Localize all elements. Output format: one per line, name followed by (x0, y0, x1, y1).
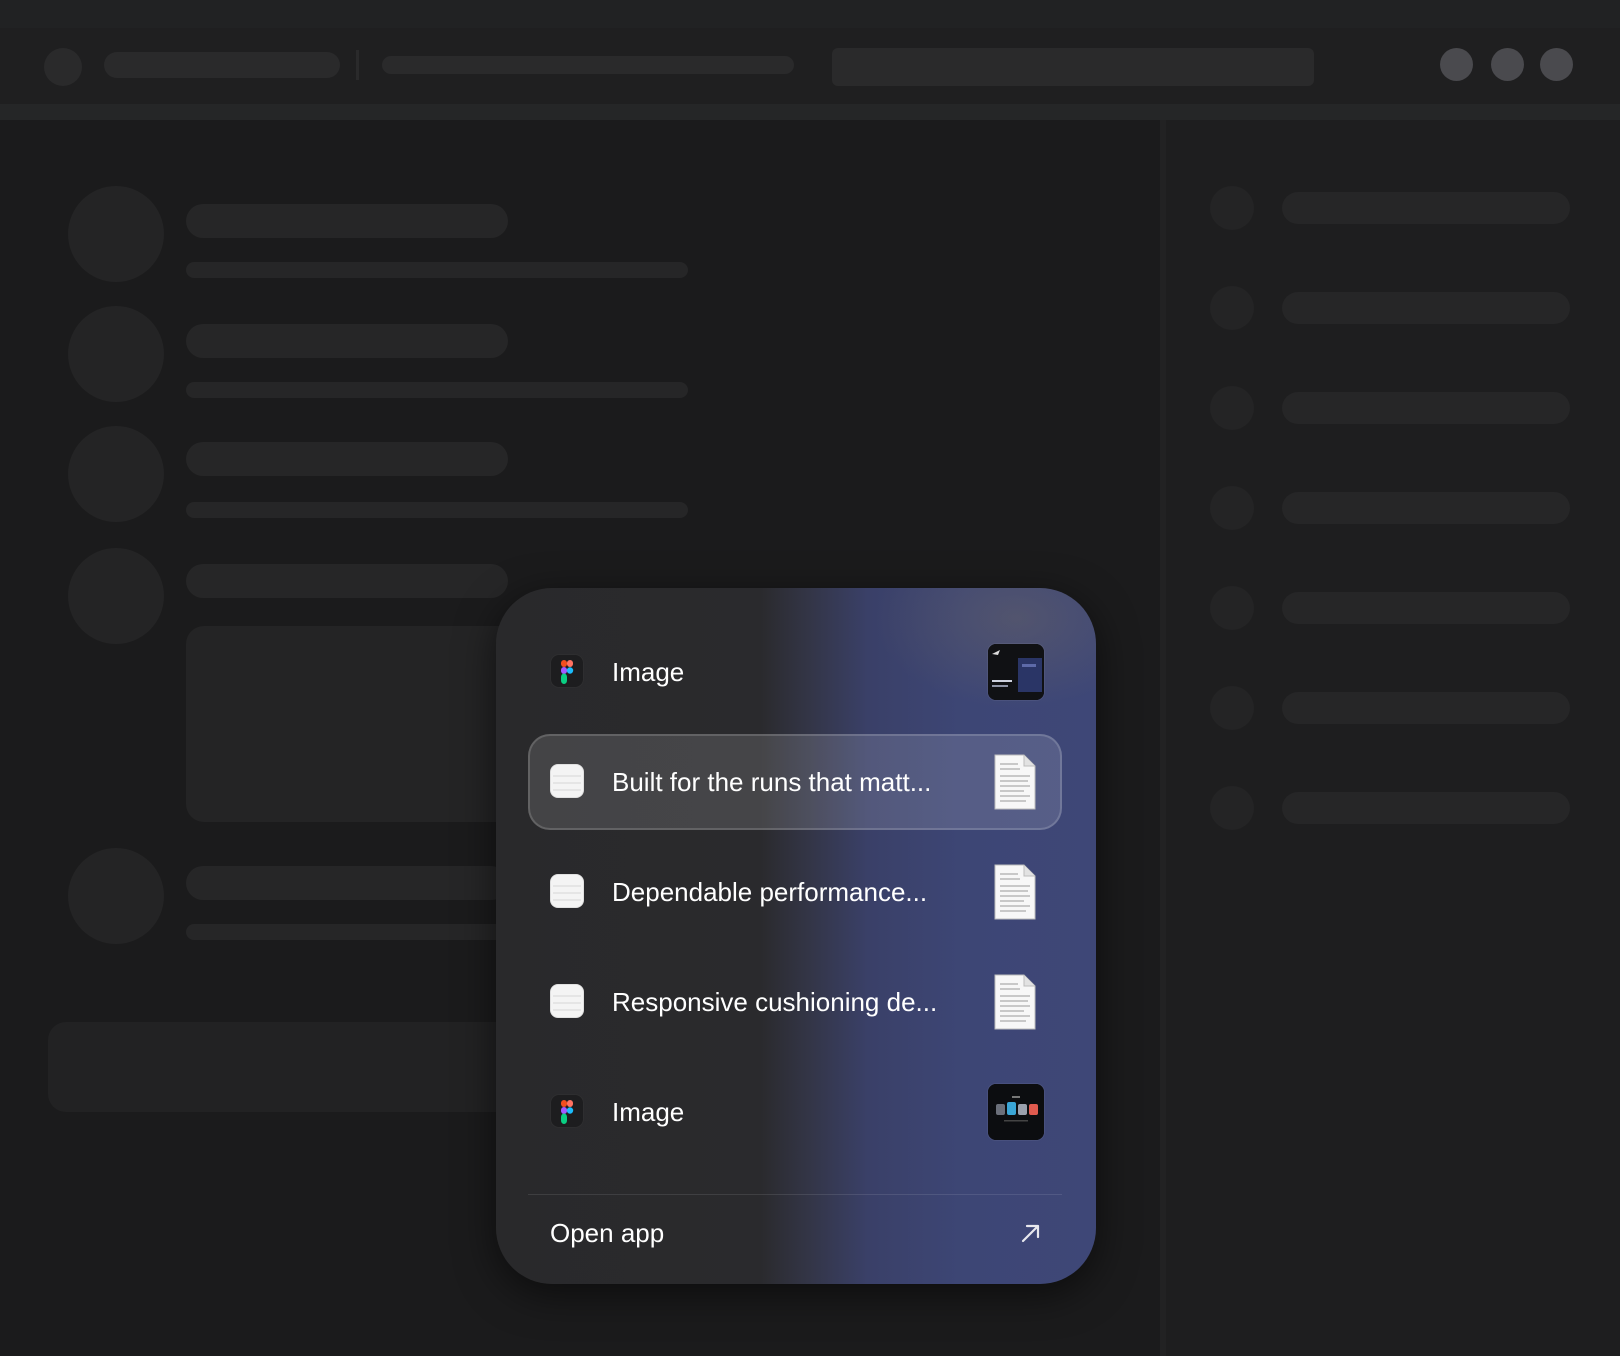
sidebar-item-icon (1210, 486, 1254, 530)
sidebar-item-placeholder (1282, 792, 1570, 824)
toolbar-button-1 (1440, 48, 1473, 81)
list-item-avatar (68, 426, 164, 522)
toolbar-separator (356, 50, 359, 80)
recent-item[interactable]: Image (528, 624, 1062, 720)
recent-item-label: Image (612, 1097, 685, 1127)
sidebar-item-icon (1210, 586, 1254, 630)
toolbar-title-placeholder (104, 52, 340, 78)
list-item-avatar (68, 186, 164, 282)
recent-items-popup: Image Built for the runs that matt... De… (496, 588, 1096, 1284)
open-app-label[interactable]: Open app (550, 1204, 664, 1262)
figma-icon (550, 654, 584, 688)
sidebar-item-placeholder (1282, 192, 1570, 224)
sidebar-item-icon (1210, 186, 1254, 230)
toolbar-button-2 (1491, 48, 1524, 81)
image-thumbnail (988, 644, 1044, 700)
recent-item-label: Image (612, 657, 685, 687)
list-item-avatar (68, 848, 164, 944)
recent-item[interactable]: Responsive cushioning de... (528, 954, 1062, 1050)
recent-item-label: Responsive cushioning de... (612, 987, 938, 1017)
sidebar-item-placeholder (1282, 392, 1570, 424)
list-item-subtitle-placeholder (186, 924, 506, 940)
window-top-strip (0, 0, 1620, 28)
list-item-title-placeholder (186, 866, 508, 900)
sidebar-item-icon (1210, 386, 1254, 430)
list-item-avatar (68, 306, 164, 402)
sidebar-item-placeholder (1282, 292, 1570, 324)
figma-icon (550, 1094, 584, 1128)
sidebar-item-icon (1210, 786, 1254, 830)
list-item-subtitle-placeholder (186, 382, 688, 398)
composer-placeholder (48, 1022, 568, 1112)
sidebar-item-placeholder (1282, 492, 1570, 524)
list-item-subtitle-placeholder (186, 502, 688, 518)
recent-item[interactable]: Dependable performance... (528, 844, 1062, 940)
toolbar (0, 28, 1620, 104)
sidebar-item-icon (1210, 686, 1254, 730)
popup-divider (528, 1194, 1062, 1195)
notes-icon (550, 984, 584, 1018)
list-item-title-placeholder (186, 324, 508, 358)
list-item-title-placeholder (186, 564, 508, 598)
image-thumbnail (988, 1084, 1044, 1140)
list-item-subtitle-placeholder (186, 262, 688, 278)
list-item-avatar (68, 548, 164, 644)
toolbar-avatar-placeholder (44, 48, 82, 86)
sidebar-item-icon (1210, 286, 1254, 330)
sidebar-item-placeholder (1282, 692, 1570, 724)
document-thumbnail (994, 864, 1036, 920)
sidebar-item-placeholder (1282, 592, 1570, 624)
search-bar-placeholder (832, 48, 1314, 86)
notes-icon (550, 764, 584, 798)
arrow-up-right-icon[interactable] (1018, 1220, 1044, 1246)
document-thumbnail (994, 974, 1036, 1030)
right-sidebar (1160, 120, 1620, 1356)
list-item-title-placeholder (186, 204, 508, 238)
toolbar-path-placeholder (382, 56, 794, 74)
recent-item[interactable]: Image (528, 1064, 1062, 1160)
recent-item-label: Built for the runs that matt... (612, 767, 932, 797)
recent-item-selected[interactable]: Built for the runs that matt... (528, 734, 1062, 830)
document-thumbnail (994, 754, 1036, 810)
notes-icon (550, 874, 584, 908)
list-item-title-placeholder (186, 442, 508, 476)
toolbar-button-3 (1540, 48, 1573, 81)
recent-item-label: Dependable performance... (612, 877, 928, 907)
toolbar-divider (0, 104, 1620, 120)
card-placeholder (186, 626, 526, 822)
